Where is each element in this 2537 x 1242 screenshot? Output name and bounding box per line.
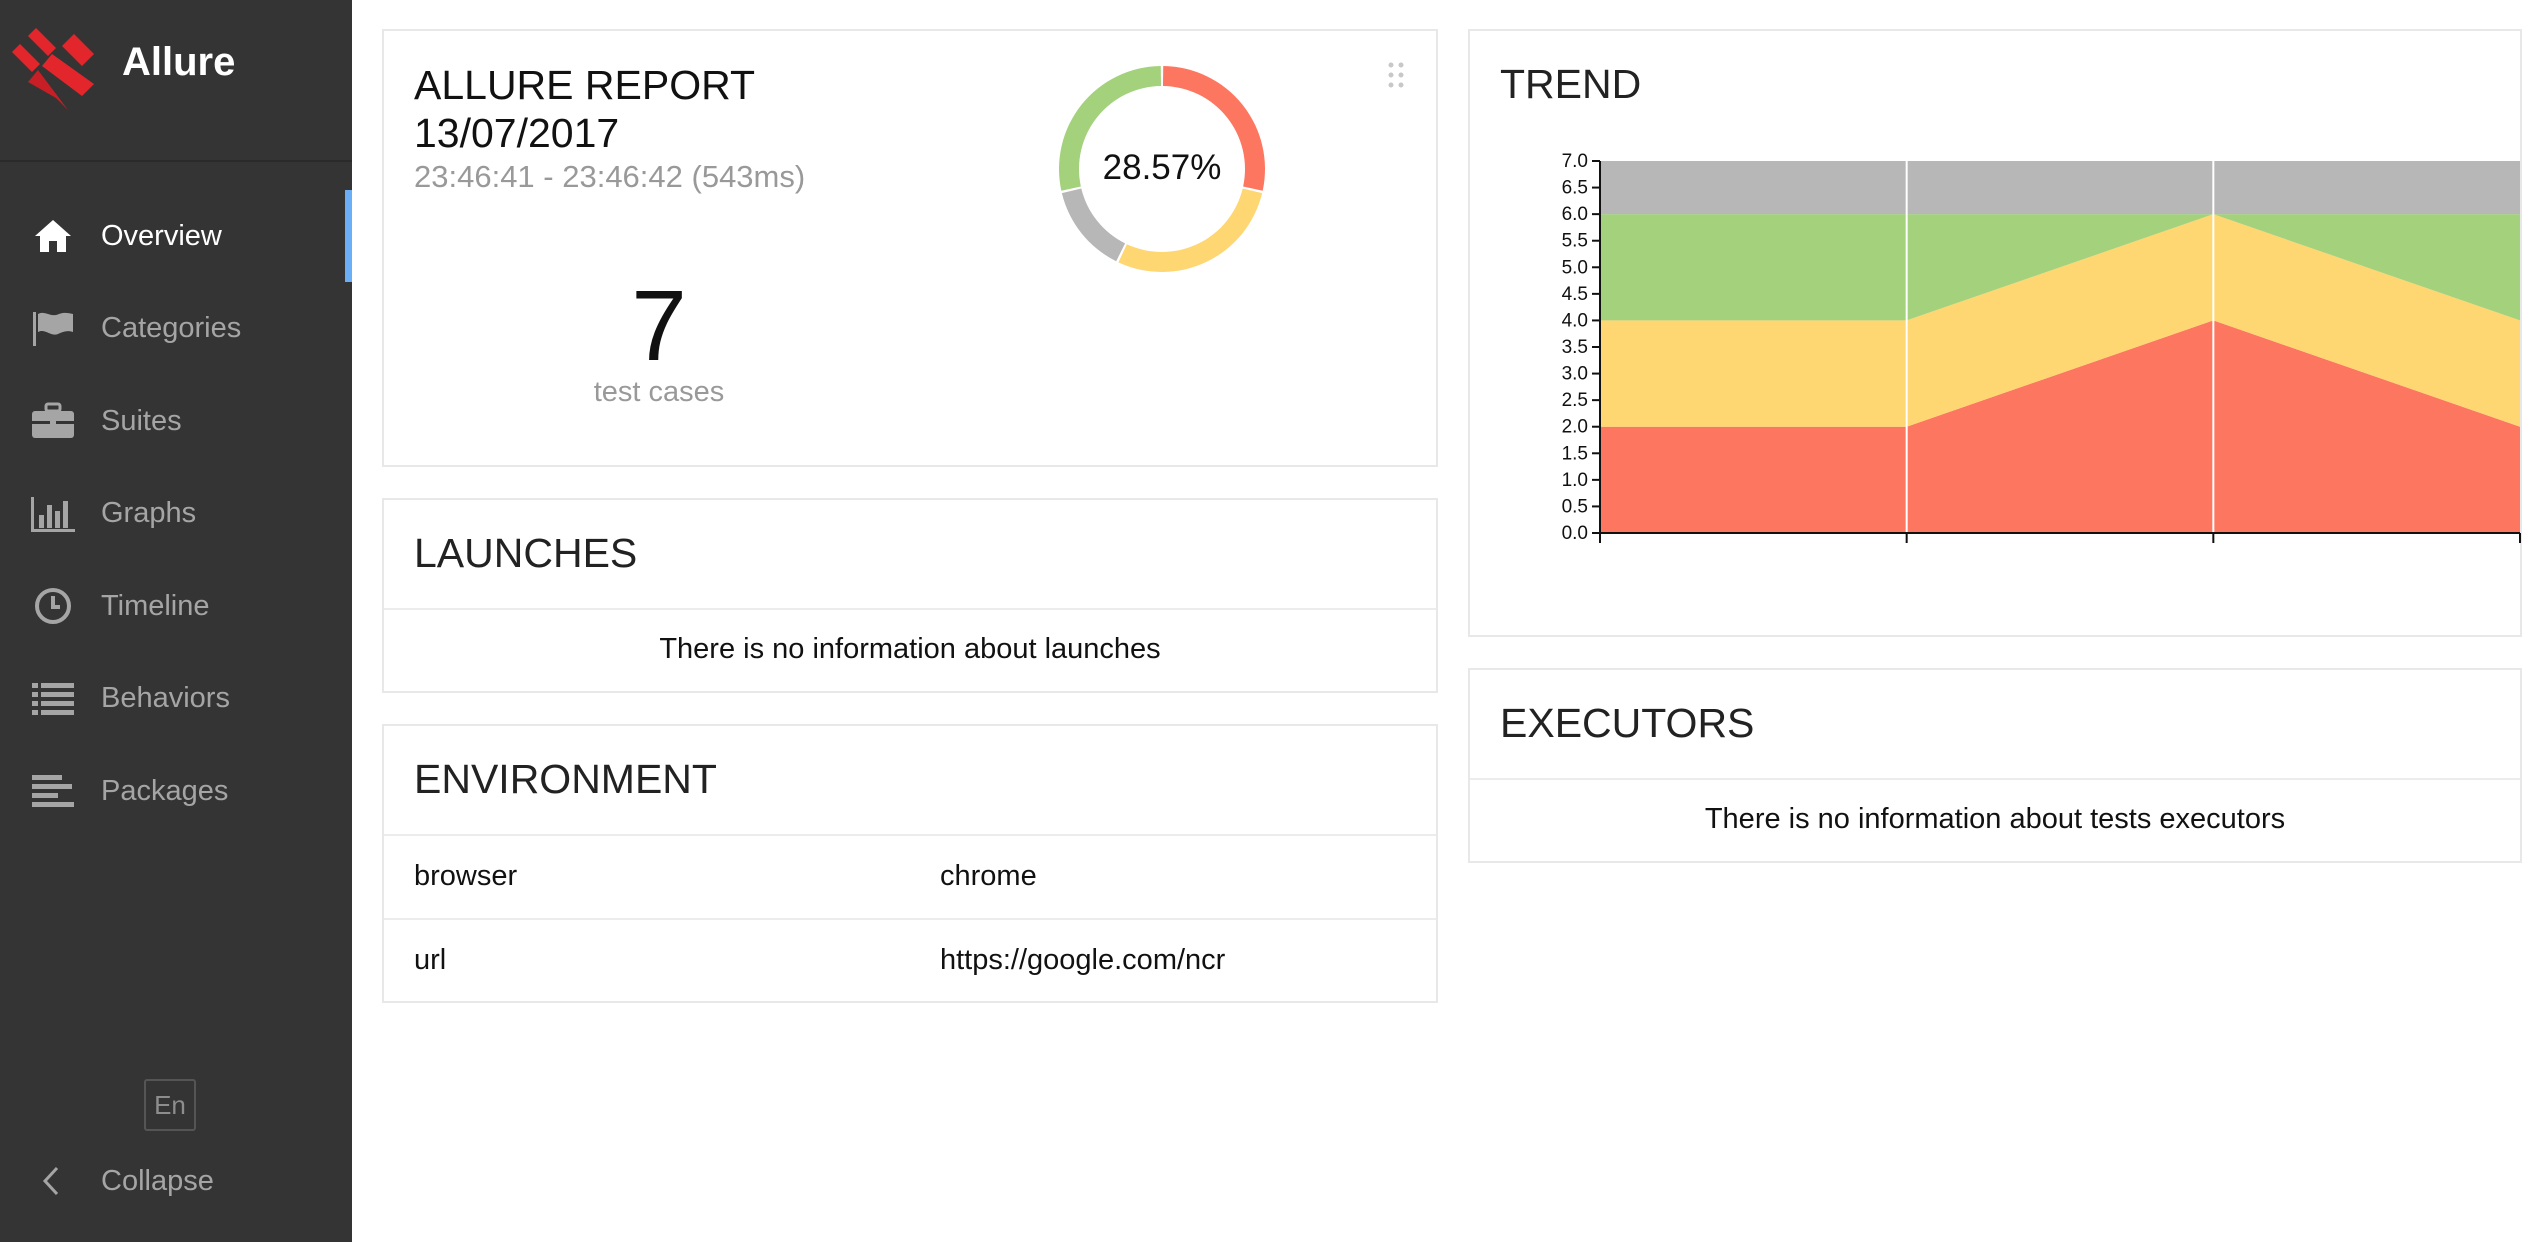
- donut-slice-broken[interactable]: [1118, 188, 1263, 272]
- summary-widget: ALLURE REPORT 13/07/2017 23:46:41 - 23:4…: [382, 29, 1438, 467]
- briefcase-icon: [30, 401, 76, 441]
- report-date: 13/07/2017: [414, 110, 620, 156]
- launches-widget: LAUNCHES There is no information about l…: [382, 498, 1438, 693]
- test-case-count: 7: [631, 270, 687, 382]
- home-icon: [30, 216, 76, 256]
- sidebar-item-label: Graphs: [101, 497, 197, 530]
- trend-chart: 0.0 0.5 1.0 1.5 2.0 2.5 3.0 3.5 4.0 4.5 5.0 5.5 6.0 6…: [1562, 151, 2521, 544]
- test-case-count-label: test cases: [593, 376, 725, 408]
- sidebar-item-label: Overview: [101, 219, 222, 252]
- brand: Allure: [0, 0, 352, 162]
- env-value[interactable]: https://google.com/ncr: [940, 944, 1225, 977]
- executors-widget: EXECUTORS There is no information about …: [1468, 668, 2522, 863]
- divider: [384, 608, 1436, 610]
- chevron-left-icon: [36, 1163, 66, 1199]
- report-time-range: 23:46:41 - 23:46:42 (543ms): [414, 159, 806, 194]
- divider: [1470, 778, 2520, 780]
- sidebar-item-label: Categories: [101, 312, 242, 345]
- sidebar-item-overview[interactable]: Overview: [0, 190, 352, 283]
- sidebar-item-label: Packages: [101, 774, 229, 807]
- trend-y-tick-label: 1.0: [1562, 470, 1588, 491]
- bar-chart-icon: [30, 494, 76, 534]
- flag-icon: [30, 309, 76, 349]
- env-key: url: [414, 944, 447, 976]
- trend-y-tick-label: 0.0: [1562, 523, 1588, 544]
- trend-y-tick-label: 1.5: [1562, 443, 1588, 464]
- sidebar-item-label: Behaviors: [101, 682, 230, 715]
- divider: [384, 918, 1436, 920]
- sidebar-item-graphs[interactable]: Graphs: [0, 468, 352, 561]
- align-left-icon: [30, 771, 76, 811]
- environment-title: ENVIRONMENT: [414, 756, 717, 802]
- trend-area-skipped: [1600, 161, 2520, 215]
- sidebar-item-categories[interactable]: Categories: [0, 283, 352, 376]
- sidebar-item-behaviors[interactable]: Behaviors: [0, 653, 352, 746]
- trend-widget: TREND 0.0 0.5 1.0 1.5 2.0 2.5 3.0 3.5 4.0 4.5 5.0 5…: [1468, 29, 2522, 637]
- list-icon: [30, 679, 76, 719]
- collapse-button[interactable]: Collapse: [0, 1155, 352, 1207]
- trend-y-tick-label: 3.0: [1562, 364, 1588, 385]
- sidebar-item-suites[interactable]: Suites: [0, 375, 352, 468]
- trend-y-tick-label: 5.5: [1562, 231, 1588, 252]
- trend-y-tick-label: 5.0: [1562, 257, 1588, 278]
- language-button[interactable]: En: [144, 1079, 196, 1131]
- trend-y-tick-label: 2.0: [1562, 417, 1588, 438]
- sidebar-item-timeline[interactable]: Timeline: [0, 560, 352, 653]
- drag-handle-icon[interactable]: [1386, 61, 1406, 89]
- trend-y-tick-label: 6.0: [1562, 204, 1588, 225]
- sidebar-item-packages[interactable]: Packages: [0, 745, 352, 838]
- success-rate: 28.57%: [1102, 148, 1222, 187]
- allure-logo-icon: [12, 28, 94, 110]
- trend-y-tick-label: 6.5: [1562, 178, 1588, 199]
- donut-slice-skipped[interactable]: [1061, 188, 1126, 262]
- sidebar-nav: Overview Categories Suites Graphs Timeli…: [0, 190, 352, 838]
- env-key: browser: [414, 860, 518, 892]
- executors-title: EXECUTORS: [1500, 700, 1755, 746]
- sidebar: Allure Overview Categories Suites Graphs: [0, 0, 352, 1242]
- clock-icon: [30, 586, 76, 626]
- collapse-label: Collapse: [101, 1164, 214, 1197]
- executors-empty-message: There is no information about tests exec…: [1704, 803, 2286, 835]
- trend-y-tick-label: 7.0: [1562, 151, 1588, 172]
- environment-widget: ENVIRONMENT browser chrome url https://g…: [382, 724, 1438, 1003]
- launches-empty-message: There is no information about launches: [659, 633, 1161, 665]
- trend-y-tick-label: 4.0: [1562, 310, 1588, 331]
- trend-y-tick-label: 0.5: [1562, 496, 1588, 517]
- env-value: chrome: [940, 860, 1037, 892]
- divider: [384, 834, 1436, 836]
- trend-y-tick-label: 3.5: [1562, 337, 1588, 358]
- sidebar-item-label: Suites: [101, 404, 182, 437]
- report-title: ALLURE REPORT: [414, 62, 756, 108]
- app-name: Allure: [122, 40, 236, 84]
- sidebar-item-label: Timeline: [101, 589, 210, 622]
- trend-y-tick-label: 4.5: [1562, 284, 1588, 305]
- launches-title: LAUNCHES: [414, 530, 638, 576]
- trend-y-tick-label: 2.5: [1562, 390, 1588, 411]
